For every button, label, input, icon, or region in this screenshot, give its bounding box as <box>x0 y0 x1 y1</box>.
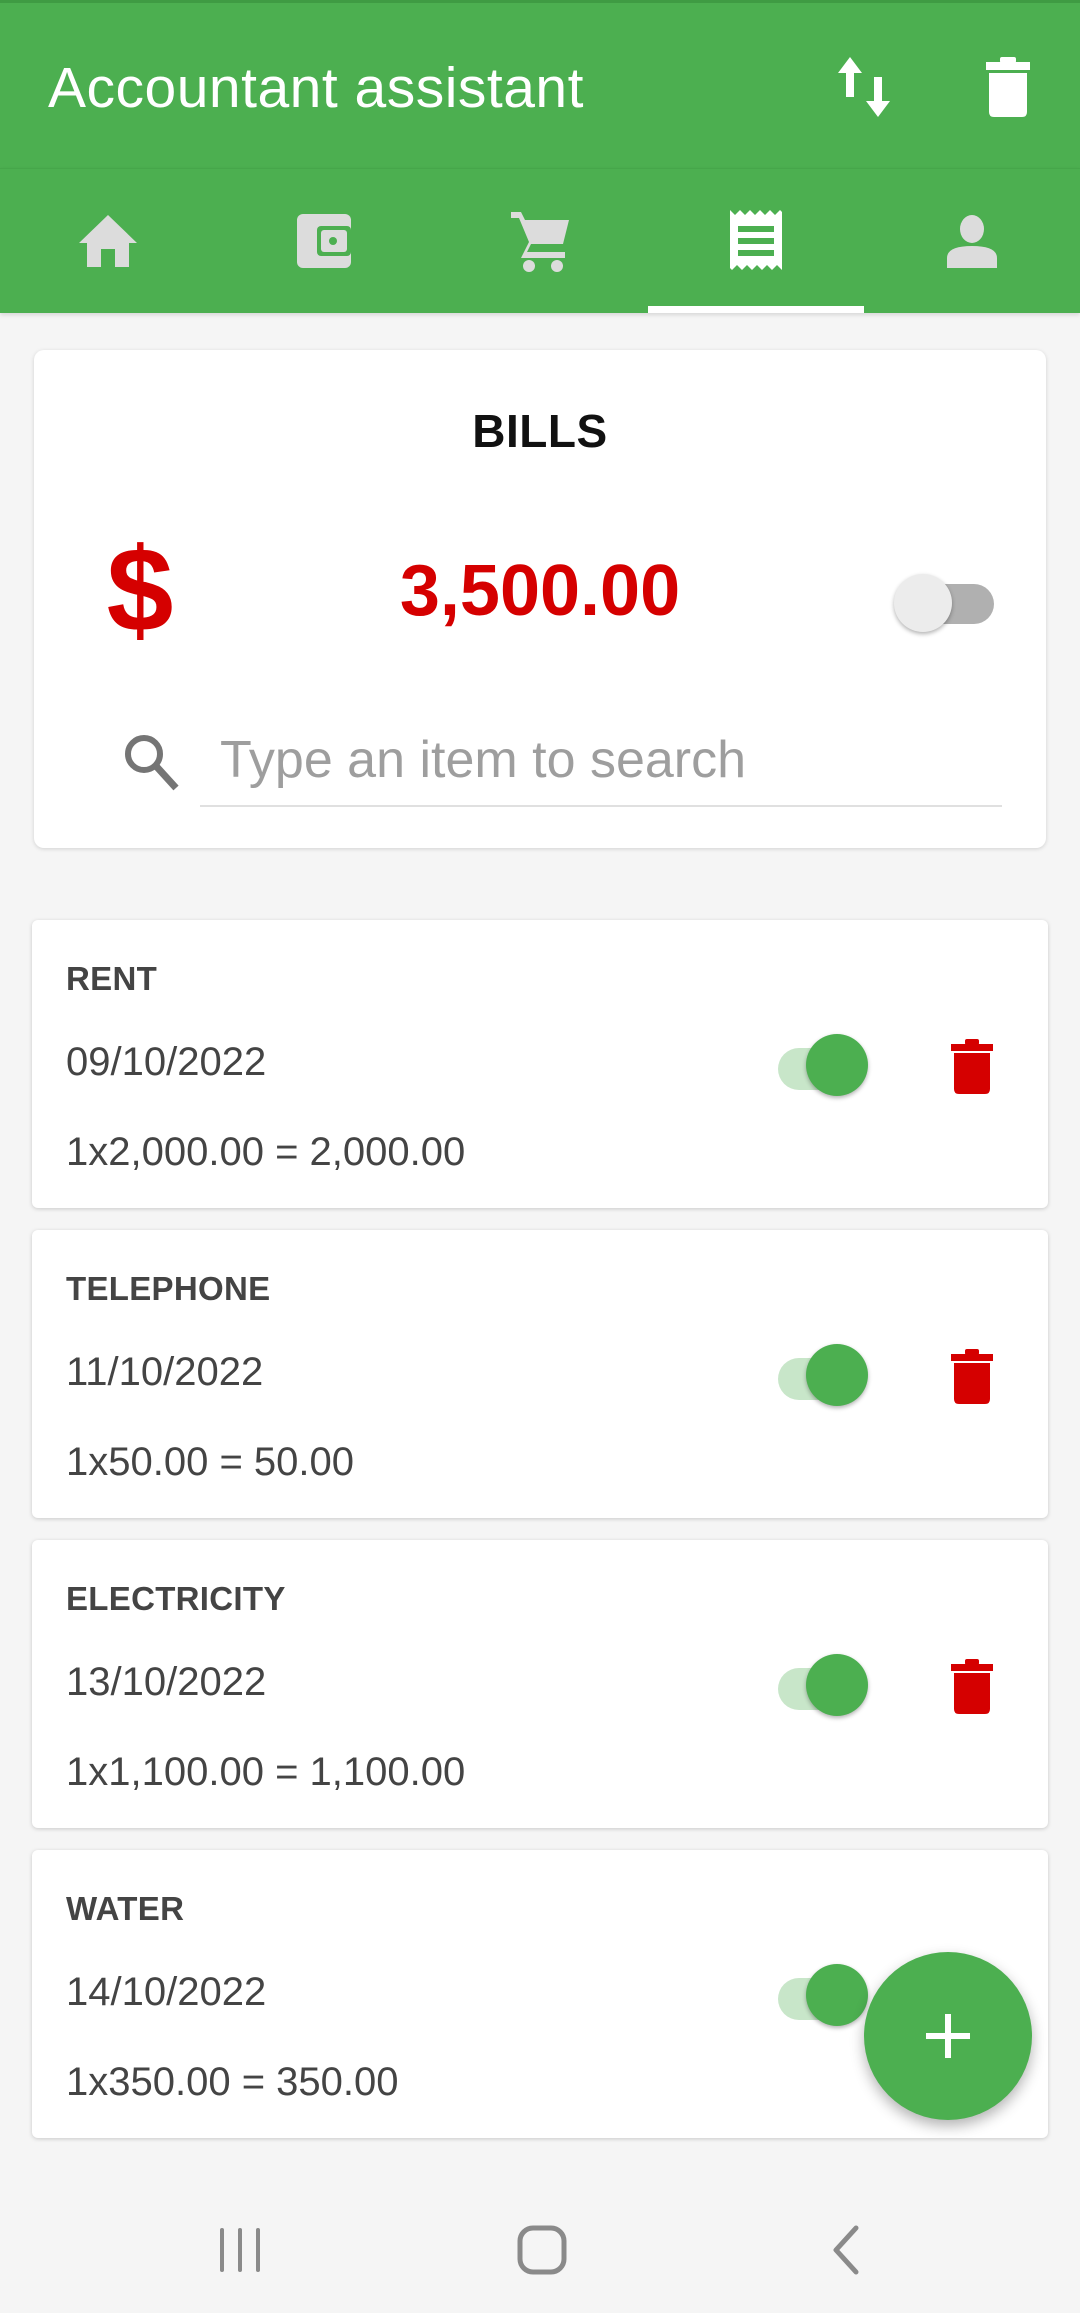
bill-calculation: 1x50.00 = 50.00 <box>66 1440 355 1484</box>
home-icon <box>79 215 137 267</box>
page-title: BILLS <box>472 405 608 457</box>
bill-date: 13/10/2022 <box>66 1660 267 1704</box>
recents-button[interactable] <box>190 2210 290 2290</box>
bill-date: 14/10/2022 <box>66 1970 267 2014</box>
cart-icon <box>511 212 569 272</box>
back-icon <box>833 2225 859 2275</box>
trash-icon <box>951 1349 993 1404</box>
home-button[interactable] <box>492 2210 592 2290</box>
bill-name: TELEPHONE <box>66 1270 271 1307</box>
search-icon <box>125 735 179 791</box>
trash-icon <box>986 57 1030 117</box>
home-circle-icon <box>517 2225 567 2275</box>
tab-home[interactable] <box>0 169 216 313</box>
sort-button[interactable] <box>828 51 900 123</box>
receipt-icon <box>730 210 782 270</box>
bill-calculation: 1x1,100.00 = 1,100.00 <box>66 1750 466 1794</box>
app-bar: Accountant assistant <box>0 0 1080 168</box>
toggle-thumb <box>806 1654 868 1716</box>
delete-bill-button[interactable] <box>942 1652 1002 1722</box>
system-nav-bar <box>0 2180 1080 2313</box>
bill-name: ELECTRICITY <box>66 1580 286 1617</box>
bill-name: WATER <box>66 1890 185 1927</box>
tab-selected-indicator <box>648 306 864 313</box>
toggle-thumb <box>806 1964 868 2026</box>
delete-all-button[interactable] <box>972 51 1044 123</box>
summary-toggle[interactable] <box>894 572 1004 632</box>
bill-toggle[interactable] <box>772 1034 882 1100</box>
bill-toggle[interactable] <box>772 1654 882 1720</box>
toggle-thumb <box>894 574 952 632</box>
tab-wallet[interactable] <box>216 169 432 313</box>
trash-icon <box>951 1659 993 1714</box>
bill-name: RENT <box>66 960 158 997</box>
wallet-icon <box>297 214 351 268</box>
bill-calculation: 1x350.00 = 350.00 <box>66 2060 399 2104</box>
tab-shopping[interactable] <box>432 169 648 313</box>
recents-icon <box>220 2228 260 2272</box>
bill-date: 09/10/2022 <box>66 1040 267 1084</box>
screen: Accountant assistant BILLS $ 3,500.00 Ty… <box>0 0 1080 2313</box>
bill-card[interactable]: RENT 09/10/2022 1x2,000.00 = 2,000.00 <box>32 920 1048 1208</box>
app-title: Accountant assistant <box>48 56 584 120</box>
delete-bill-button[interactable] <box>942 1342 1002 1412</box>
toggle-thumb <box>806 1034 868 1096</box>
bill-toggle[interactable] <box>772 1344 882 1410</box>
back-button[interactable] <box>796 2210 896 2290</box>
delete-bill-button[interactable] <box>942 1032 1002 1102</box>
trash-icon <box>951 1039 993 1094</box>
toggle-thumb <box>806 1344 868 1406</box>
tab-bills[interactable] <box>648 169 864 313</box>
bill-card[interactable]: TELEPHONE 11/10/2022 1x50.00 = 50.00 <box>32 1230 1048 1518</box>
plus-icon <box>926 2014 970 2058</box>
tab-bar <box>0 168 1080 313</box>
bill-date: 11/10/2022 <box>66 1350 264 1394</box>
bill-calculation: 1x2,000.00 = 2,000.00 <box>66 1130 466 1174</box>
tab-profile[interactable] <box>864 169 1080 313</box>
summary-card: BILLS $ 3,500.00 <box>34 350 1046 848</box>
add-bill-button[interactable] <box>864 1952 1032 2120</box>
person-icon <box>947 215 997 268</box>
bill-card[interactable]: ELECTRICITY 13/10/2022 1x1,100.00 = 1,10… <box>32 1540 1048 1828</box>
swap-vertical-icon <box>838 57 890 117</box>
search-input[interactable] <box>200 715 1002 807</box>
